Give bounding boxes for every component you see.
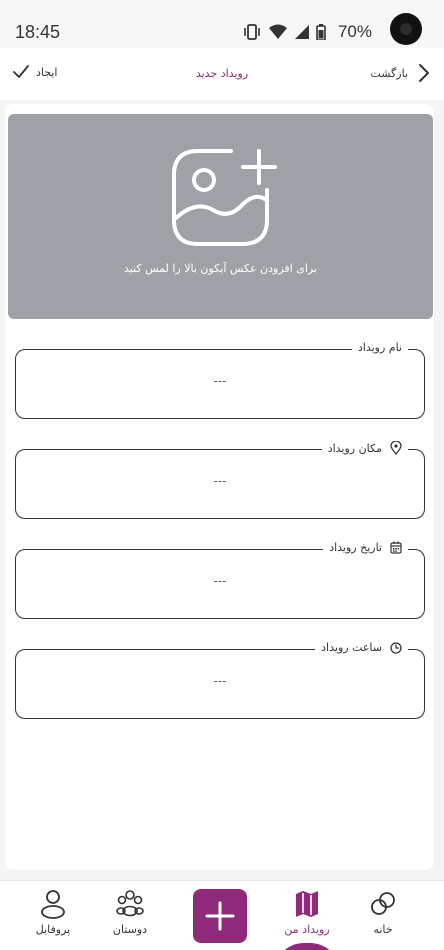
back-label: بازگشت [370, 66, 408, 80]
chevron-right-icon [419, 64, 429, 82]
event-name-label: نام رویداد [357, 341, 402, 354]
map-icon [296, 891, 318, 917]
plus-icon [205, 901, 235, 931]
link-icon [371, 892, 395, 915]
event-name-field[interactable]: نام رویداد --- [15, 341, 425, 419]
location-icon [390, 441, 402, 455]
nav-my-events[interactable]: رویداد من [272, 889, 342, 936]
nav-my-events-label: رویداد من [284, 923, 330, 936]
user-icon [41, 890, 65, 919]
wifi-icon [268, 24, 287, 39]
field-legend: ساعت رویداد [315, 641, 408, 654]
calendar-icon [390, 541, 402, 554]
field-legend: مکان رویداد [321, 441, 408, 455]
back-button[interactable]: بازگشت [370, 63, 430, 83]
vibrate-icon [244, 24, 260, 40]
battery-percent: 70% [337, 22, 372, 41]
group-icon [116, 890, 144, 917]
event-location-value: --- [213, 474, 227, 488]
nav-home-label: خانه [373, 923, 393, 936]
app-header: ایجاد رویداد جدید بازگشت [0, 48, 444, 100]
event-date-label: تاریخ رویداد [329, 541, 382, 554]
event-location-field[interactable]: مکان رویداد --- [15, 441, 425, 519]
clock-icon [390, 641, 402, 654]
status-icons: 70% [242, 22, 372, 42]
nav-friends[interactable]: دوستان [95, 889, 165, 936]
nav-profile-label: پروفایل [35, 923, 71, 936]
event-date-value: --- [213, 574, 227, 588]
camera-cutout [390, 13, 422, 45]
status-time: 18:45 [15, 22, 61, 42]
active-tab-indicator [274, 943, 340, 950]
nav-home[interactable]: خانه [348, 889, 418, 936]
battery-icon [316, 24, 326, 40]
event-name-value: --- [213, 374, 227, 388]
bottom-nav: پروفایل دوستان رویداد من خانه [0, 880, 444, 950]
add-event-button[interactable] [193, 889, 247, 943]
image-picker[interactable]: برای افزودن عکس آیکون بالا را لمس کنید [8, 114, 433, 319]
field-legend: تاریخ رویداد [323, 541, 408, 554]
add-photo-icon [172, 149, 277, 246]
status-bar: 18:45 70% [0, 0, 444, 48]
nav-profile[interactable]: پروفایل [18, 889, 88, 936]
event-date-field[interactable]: تاریخ رویداد --- [15, 541, 425, 619]
event-time-field[interactable]: ساعت رویداد --- [15, 641, 425, 719]
nav-friends-label: دوستان [112, 923, 148, 936]
event-time-label: ساعت رویداد [321, 641, 382, 654]
image-picker-hint: برای افزودن عکس آیکون بالا را لمس کنید [124, 262, 317, 275]
signal-icon [294, 25, 309, 39]
event-location-label: مکان رویداد [327, 441, 382, 455]
field-legend: نام رویداد [351, 341, 408, 354]
event-time-value: --- [213, 674, 227, 688]
